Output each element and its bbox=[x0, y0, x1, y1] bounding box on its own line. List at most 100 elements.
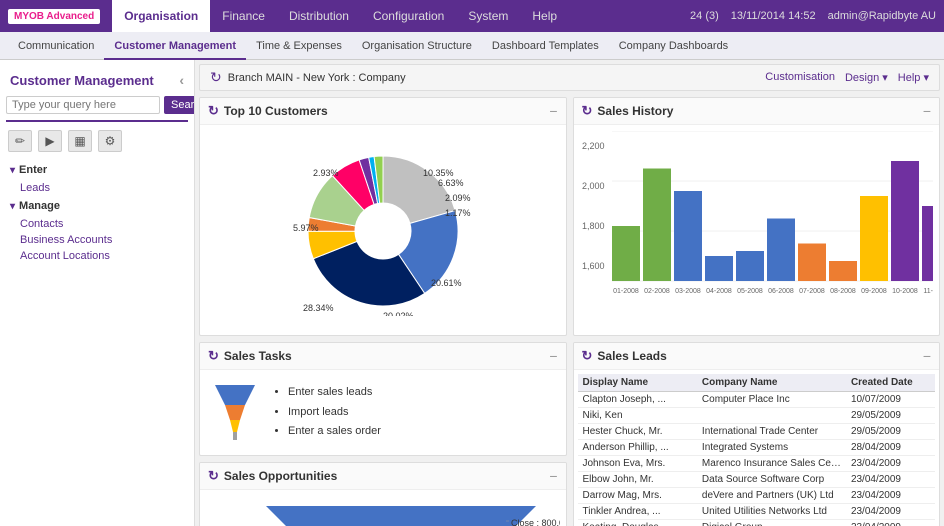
search-input[interactable] bbox=[6, 96, 160, 114]
sidebar-divider bbox=[6, 120, 188, 122]
svg-text:08-2008: 08-2008 bbox=[830, 288, 856, 295]
pencil-tool-btn[interactable]: ✏ bbox=[8, 130, 32, 152]
table-row[interactable]: Darrow Mag, Mrs.deVere and Partners (UK)… bbox=[578, 488, 936, 504]
nav-organisation[interactable]: Organisation bbox=[112, 0, 210, 32]
sidebar-section-enter[interactable]: ▾ Enter bbox=[0, 160, 194, 180]
table-row[interactable]: Hester Chuck, Mr.International Trade Cen… bbox=[578, 424, 936, 440]
table-row[interactable]: Niki, Ken29/05/2009 bbox=[578, 408, 936, 424]
pie-label-5: 2.93% bbox=[313, 168, 339, 178]
nav-distribution[interactable]: Distribution bbox=[277, 0, 361, 32]
widget-sales-tasks-header: ↻ Sales Tasks − bbox=[200, 343, 566, 370]
leads-cell-display_name: Hester Chuck, Mr. bbox=[578, 424, 697, 440]
task-item-2[interactable]: Import leads bbox=[288, 403, 381, 423]
leads-cell-display_name: Tinkler Andrea, ... bbox=[578, 504, 697, 520]
svg-text:05-2008: 05-2008 bbox=[737, 288, 763, 295]
tab-company-dashboards[interactable]: Company Dashboards bbox=[609, 32, 738, 60]
sidebar-link-business-accounts[interactable]: Business Accounts bbox=[0, 232, 194, 248]
pie-chart-container: 6.63% 2.09% 1.17% 10.35% 2.93% 5.97% 28.… bbox=[206, 131, 560, 320]
task-item-3[interactable]: Enter a sales order bbox=[288, 422, 381, 442]
notification-badge[interactable]: 24 (3) bbox=[690, 10, 719, 22]
svg-text:2,000: 2,000 bbox=[582, 181, 605, 191]
branch-label: Branch MAIN - New York : Company bbox=[228, 72, 406, 84]
leads-cell-display_name: Elbow John, Mr. bbox=[578, 472, 697, 488]
leads-cell-display_name: Darrow Mag, Mrs. bbox=[578, 488, 697, 504]
svg-text:10-2008: 10-2008 bbox=[892, 288, 918, 295]
svg-text:09-2008: 09-2008 bbox=[861, 288, 887, 295]
design-link[interactable]: Design ▾ bbox=[845, 71, 888, 84]
nav-help[interactable]: Help bbox=[520, 0, 569, 32]
svg-text:1,600: 1,600 bbox=[582, 261, 605, 271]
widget-top10-body: 6.63% 2.09% 1.17% 10.35% 2.93% 5.97% 28.… bbox=[200, 125, 566, 326]
svg-text:07-2008: 07-2008 bbox=[799, 288, 825, 295]
table-row[interactable]: Elbow John, Mr.Data Source Software Corp… bbox=[578, 472, 936, 488]
leads-table-body: Clapton Joseph, ...Computer Place Inc10/… bbox=[578, 392, 936, 526]
tab-org-structure[interactable]: Organisation Structure bbox=[352, 32, 482, 60]
widget-sales-opp-header: ↻ Sales Opportunities − bbox=[200, 463, 566, 490]
sales-history-minimize-icon[interactable]: − bbox=[923, 103, 931, 119]
pie-label-6: 5.97% bbox=[293, 223, 319, 233]
sales-opp-refresh-icon[interactable]: ↻ bbox=[208, 468, 219, 484]
branch-bar: ↻ Branch MAIN - New York : Company Custo… bbox=[199, 64, 940, 91]
play-tool-btn[interactable]: ▶ bbox=[38, 130, 62, 152]
nav-finance[interactable]: Finance bbox=[210, 0, 277, 32]
sidebar-link-leads[interactable]: Leads bbox=[0, 180, 194, 196]
sidebar-collapse-btn[interactable]: ‹ bbox=[179, 72, 184, 88]
tab-time-expenses[interactable]: Time & Expenses bbox=[246, 32, 352, 60]
leads-cell-date: 28/04/2009 bbox=[846, 440, 935, 456]
leads-cell-company: deVere and Partners (UK) Ltd bbox=[697, 488, 846, 504]
customisation-link[interactable]: Customisation bbox=[765, 71, 835, 84]
pie-label-2: 2.09% bbox=[445, 193, 471, 203]
sales-leads-refresh-icon[interactable]: ↻ bbox=[582, 348, 593, 364]
leads-cell-company: Data Source Software Corp bbox=[697, 472, 846, 488]
widget-sales-leads-body: Display Name Company Name Created Date C… bbox=[574, 370, 940, 526]
leads-cell-date: 23/04/2009 bbox=[846, 504, 935, 520]
sidebar-section-manage[interactable]: ▾ Manage bbox=[0, 196, 194, 216]
col-display-name: Display Name bbox=[578, 374, 697, 392]
widget-sales-opp-body: Close : 800,000.00 Develop : 7,500,000.0… bbox=[200, 490, 566, 526]
tab-dashboard-templates[interactable]: Dashboard Templates bbox=[482, 32, 609, 60]
leads-cell-date: 23/04/2009 bbox=[846, 488, 935, 504]
sales-tasks-minimize-icon[interactable]: − bbox=[549, 348, 557, 364]
leads-cell-date: 29/05/2009 bbox=[846, 424, 935, 440]
leads-cell-company: Integrated Systems bbox=[697, 440, 846, 456]
svg-text:03-2008: 03-2008 bbox=[675, 288, 701, 295]
nav-system[interactable]: System bbox=[456, 0, 520, 32]
table-row[interactable]: Anderson Phillip, ...Integrated Systems2… bbox=[578, 440, 936, 456]
leads-cell-company: Computer Place Inc bbox=[697, 392, 846, 408]
sales-leads-minimize-icon[interactable]: − bbox=[923, 348, 931, 364]
datetime-display: 13/11/2014 14:52 bbox=[731, 10, 816, 22]
tab-customer-management[interactable]: Customer Management bbox=[104, 32, 246, 60]
arrow-manage-icon: ▾ bbox=[10, 201, 15, 212]
table-row[interactable]: Clapton Joseph, ...Computer Place Inc10/… bbox=[578, 392, 936, 408]
top10-minimize-icon[interactable]: − bbox=[549, 103, 557, 119]
sidebar-link-account-locations[interactable]: Account Locations bbox=[0, 248, 194, 264]
table-row[interactable]: Keating, DouglasDigicel Group23/04/2009 bbox=[578, 520, 936, 526]
sidebar-link-contacts[interactable]: Contacts bbox=[0, 216, 194, 232]
pie-chart: 6.63% 2.09% 1.17% 10.35% 2.93% 5.97% 28.… bbox=[283, 141, 483, 316]
top10-refresh-icon[interactable]: ↻ bbox=[208, 103, 219, 119]
chart-tool-btn[interactable]: ▦ bbox=[68, 130, 92, 152]
branch-bar-left: ↻ Branch MAIN - New York : Company bbox=[210, 69, 406, 86]
help-link[interactable]: Help ▾ bbox=[898, 71, 929, 84]
widget-sales-tasks-body: Enter sales leads Import leads Enter a s… bbox=[200, 370, 566, 455]
table-row[interactable]: Tinkler Andrea, ...United Utilities Netw… bbox=[578, 504, 936, 520]
nav-items: Organisation Finance Distribution Config… bbox=[112, 0, 690, 32]
sidebar: Customer Management ‹ Search ✏ ▶ ▦ ⚙ ▾ E… bbox=[0, 60, 195, 526]
task-item-1[interactable]: Enter sales leads bbox=[288, 383, 381, 403]
sales-tasks-refresh-icon[interactable]: ↻ bbox=[208, 348, 219, 364]
search-button[interactable]: Search bbox=[164, 96, 195, 114]
funnel-chart: Close : 800,000.00 Develop : 7,500,000.0… bbox=[206, 496, 560, 526]
svg-text:02-2008: 02-2008 bbox=[644, 288, 670, 295]
sales-opp-minimize-icon[interactable]: − bbox=[549, 468, 557, 484]
widget-sales-history-title: ↻ Sales History bbox=[582, 103, 674, 119]
nav-configuration[interactable]: Configuration bbox=[361, 0, 456, 32]
table-row[interactable]: Johnson Eva, Mrs.Marenco Insurance Sales… bbox=[578, 456, 936, 472]
sales-history-refresh-icon[interactable]: ↻ bbox=[582, 103, 593, 119]
leads-cell-display_name: Johnson Eva, Mrs. bbox=[578, 456, 697, 472]
gear-tool-btn[interactable]: ⚙ bbox=[98, 130, 122, 152]
logo: MYOB Advanced bbox=[8, 9, 100, 24]
user-display[interactable]: admin@Rapidbyte AU bbox=[828, 10, 936, 22]
sidebar-toolbar: ✏ ▶ ▦ ⚙ bbox=[0, 128, 194, 160]
tab-communication[interactable]: Communication bbox=[8, 32, 104, 60]
branch-refresh-icon[interactable]: ↻ bbox=[210, 69, 222, 86]
